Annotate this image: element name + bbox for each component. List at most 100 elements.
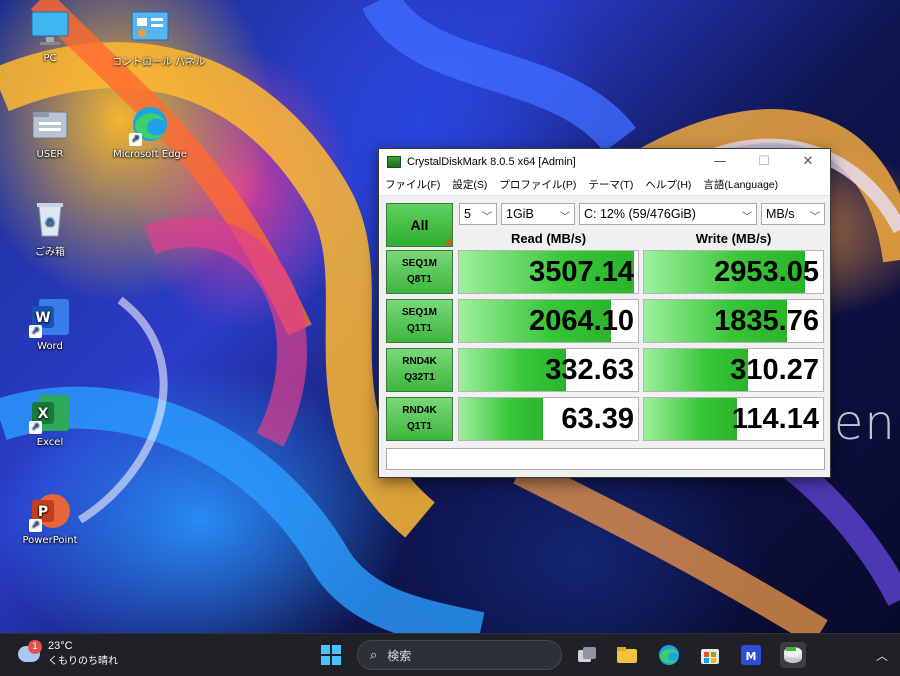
write-result-cell: 2953.05 (643, 250, 824, 294)
menu-profile[interactable]: プロファイル(P) (493, 177, 582, 192)
desktop-icon-label: Microsoft Edge (113, 149, 187, 160)
unit-select[interactable]: MB/s ﹀ (761, 203, 825, 225)
test-button-rnd4k-q32t1[interactable]: RND4K Q32T1 (386, 348, 453, 392)
read-bar-fill (459, 398, 544, 440)
menu-theme[interactable]: テーマ(T) (582, 177, 639, 192)
svg-text:X: X (38, 406, 49, 422)
excel-icon: X ↗ (29, 392, 71, 434)
start-button[interactable] (318, 642, 344, 668)
test-button-seq1m-q8t1[interactable]: SEQ1M Q8T1 (386, 250, 453, 294)
edge-taskbar-button[interactable] (656, 642, 682, 668)
maximize-button[interactable]: ☐ (742, 149, 786, 174)
chevron-down-icon: ﹀ (482, 212, 492, 223)
test-button-seq1m-q1t1[interactable]: SEQ1M Q1T1 (386, 299, 453, 343)
crystaldiskmark-taskbar-button[interactable] (780, 642, 806, 668)
disk-icon (784, 647, 802, 663)
desktop-icon-label: USER (36, 149, 64, 160)
desktop-icon-label: PowerPoint (22, 535, 78, 546)
test-queue: Q32T1 (404, 372, 435, 383)
powerpoint-icon: P ↗ (29, 490, 71, 532)
close-button[interactable]: ✕ (786, 149, 830, 174)
title-bar[interactable]: CrystalDiskMark 8.0.5 x64 [Admin] — ☐ ✕ (379, 149, 830, 174)
shortcut-arrow-icon: ↗ (29, 421, 42, 434)
svg-text:M: M (746, 650, 757, 663)
desktop-icon-pc[interactable]: PC (12, 8, 88, 64)
cloud-icon: 1 (18, 639, 42, 662)
taskbar: 1 23°C くもりのち晴れ ⌕ 検索 M ︿ (0, 633, 900, 676)
task-view-icon (578, 647, 596, 662)
menu-language[interactable]: 言語(Language) (697, 177, 784, 192)
comment-field[interactable] (386, 448, 825, 470)
write-value: 310.27 (730, 354, 819, 386)
task-view-button[interactable] (574, 642, 600, 668)
write-result-cell: 114.14 (643, 397, 824, 441)
test-count-value: 5 (464, 207, 471, 221)
desktop-icon-powerpoint[interactable]: P ↗ PowerPoint (12, 490, 88, 546)
crystaldiskmark-window: CrystalDiskMark 8.0.5 x64 [Admin] — ☐ ✕ … (378, 148, 831, 478)
test-size-value: 1GiB (506, 207, 534, 221)
desktop-icon-label: ごみ箱 (35, 247, 65, 258)
store-button[interactable] (697, 642, 723, 668)
desktop-icon-label: コントロール パネル (112, 57, 206, 68)
edge-icon (659, 645, 679, 665)
read-header: Read (MB/s) (510, 231, 587, 246)
test-size-select[interactable]: 1GiB ﹀ (501, 203, 575, 225)
weather-temp: 23°C (48, 640, 73, 652)
myasus-button[interactable]: M (738, 642, 764, 668)
weather-widget[interactable]: 1 23°C くもりのち晴れ (18, 639, 118, 667)
all-button[interactable]: All (386, 203, 453, 247)
shortcut-arrow-icon: ↗ (29, 519, 42, 532)
desktop-icon-recycle-bin[interactable]: ♻ ごみ箱 (12, 198, 88, 258)
all-button-label: All (410, 217, 429, 233)
monitor-icon (29, 8, 71, 50)
recycle-bin-icon: ♻ (29, 198, 71, 240)
file-explorer-button[interactable] (614, 642, 640, 668)
desktop-icon-label: PC (43, 53, 57, 64)
desktop-icon-excel[interactable]: X ↗ Excel (12, 392, 88, 448)
drive-select[interactable]: C: 12% (59/476GiB) ﹀ (579, 203, 757, 225)
chevron-down-icon: ﹀ (810, 212, 820, 223)
test-queue: Q8T1 (406, 274, 432, 285)
svg-text:♻: ♻ (45, 216, 55, 229)
menu-help[interactable]: ヘルプ(H) (639, 177, 697, 192)
read-result-cell: 332.63 (458, 348, 639, 392)
test-name: RND4K (402, 405, 437, 416)
chevron-up-icon[interactable]: ︿ (876, 647, 888, 664)
desktop-icon-control-panel[interactable]: コントロール パネル (112, 8, 206, 68)
read-value: 63.39 (561, 403, 634, 435)
store-icon (701, 649, 719, 664)
desktop-icon-word[interactable]: W ↗ Word (12, 296, 88, 352)
write-result-cell: 1835.76 (643, 299, 824, 343)
write-bar-fill (644, 398, 738, 440)
myasus-icon: M (741, 645, 761, 665)
shortcut-arrow-icon: ↗ (129, 133, 142, 146)
user-folder-icon (29, 104, 71, 146)
desktop-icon-label: Excel (36, 437, 64, 448)
svg-text:P: P (38, 504, 48, 520)
minimize-button[interactable]: — (698, 149, 742, 174)
test-count-select[interactable]: 5 ﹀ (459, 203, 497, 225)
read-result-cell: 63.39 (458, 397, 639, 441)
read-value: 3507.14 (529, 256, 634, 288)
search-icon: ⌕ (370, 647, 378, 662)
chevron-down-icon: ﹀ (742, 212, 752, 223)
desktop-icon-user[interactable]: USER (12, 104, 88, 160)
menu-file[interactable]: ファイル(F) (379, 177, 446, 192)
taskbar-search[interactable]: ⌕ 検索 (357, 640, 562, 670)
write-value: 114.14 (731, 403, 819, 435)
write-value: 2953.05 (714, 256, 819, 288)
search-placeholder: 検索 (387, 648, 412, 663)
test-name: SEQ1M (401, 307, 437, 318)
edge-icon: ↗ (129, 104, 171, 146)
test-queue: Q1T1 (406, 323, 432, 334)
desktop-icon-label: Word (37, 341, 63, 352)
menu-settings[interactable]: 設定(S) (446, 177, 493, 192)
desktop-icon-edge[interactable]: ↗ Microsoft Edge (112, 104, 188, 160)
test-button-rnd4k-q1t1[interactable]: RND4K Q1T1 (386, 397, 453, 441)
drive-value: C: 12% (59/476GiB) (584, 207, 696, 221)
shortcut-arrow-icon: ↗ (29, 325, 42, 338)
windows-logo-icon (321, 645, 341, 665)
read-value: 2064.10 (529, 305, 634, 337)
folder-icon (617, 647, 637, 663)
write-result-cell: 310.27 (643, 348, 824, 392)
